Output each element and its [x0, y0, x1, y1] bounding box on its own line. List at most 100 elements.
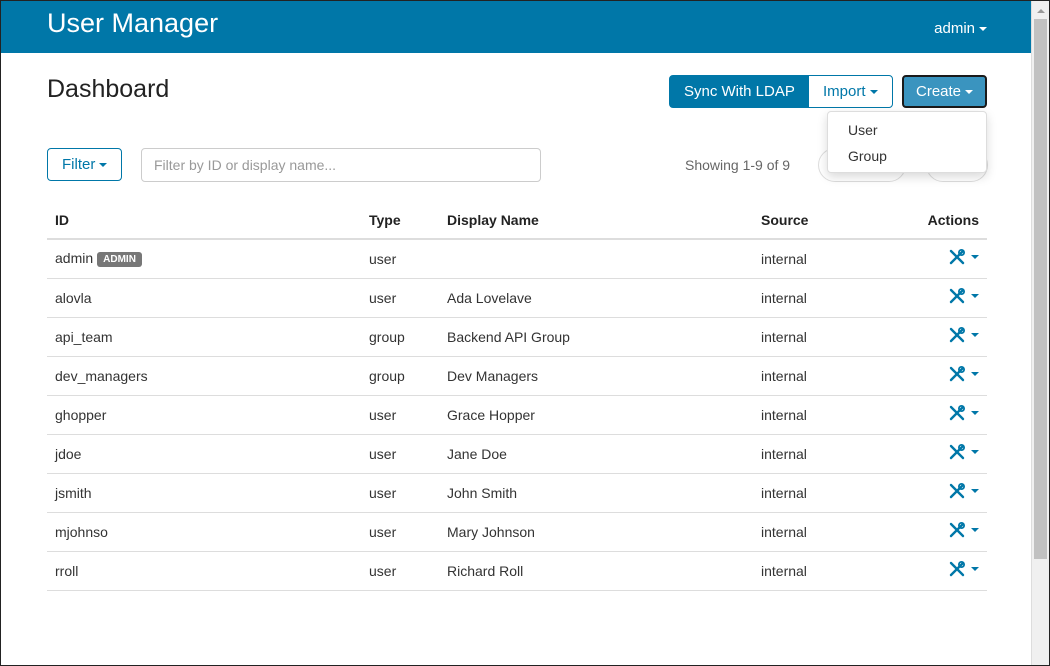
app-brand[interactable]: User Manager — [47, 8, 218, 39]
caret-down-icon — [971, 411, 979, 415]
table-row: alovla user Ada Lovelave internal — [47, 278, 987, 318]
cell-id[interactable]: ghopper — [47, 395, 361, 435]
cell-source: internal — [753, 278, 873, 318]
search-input[interactable] — [141, 148, 541, 182]
filter-button[interactable]: Filter — [47, 148, 123, 181]
row-actions-button[interactable] — [949, 561, 979, 577]
top-navbar: User Manager admin — [1, 1, 1032, 53]
scrollbar-thumb[interactable] — [1034, 19, 1047, 559]
caret-down-icon — [971, 450, 979, 454]
header-id[interactable]: ID — [47, 201, 361, 240]
cell-source: internal — [753, 512, 873, 552]
caret-down-icon — [869, 90, 878, 95]
scroll-up-icon[interactable] — [1037, 9, 1045, 13]
cell-type: group — [361, 356, 439, 396]
menu-item-group[interactable]: Group — [828, 143, 986, 169]
caret-down-icon — [971, 567, 979, 571]
row-actions-button[interactable] — [949, 483, 979, 499]
cell-source: internal — [753, 473, 873, 513]
cell-id[interactable]: api_team — [47, 317, 361, 357]
cell-id[interactable]: alovla — [47, 278, 361, 318]
cell-display-name: Richard Roll — [439, 551, 753, 591]
cell-id[interactable]: jsmith — [47, 473, 361, 513]
cell-actions — [873, 239, 987, 279]
table-row: rroll user Richard Roll internal — [47, 551, 987, 591]
sync-ldap-button[interactable]: Sync With LDAP — [669, 75, 810, 108]
cell-display-name: Grace Hopper — [439, 395, 753, 435]
create-button[interactable]: Create — [902, 75, 988, 108]
cell-type: group — [361, 317, 439, 357]
header-source[interactable]: Source — [753, 201, 873, 240]
page-title: Dashboard — [47, 75, 170, 103]
caret-down-icon — [971, 372, 979, 376]
cell-actions — [873, 551, 987, 591]
row-actions-button[interactable] — [949, 444, 979, 460]
wrench-screwdriver-icon — [949, 561, 965, 577]
row-id: alovla — [55, 289, 92, 306]
row-actions-button[interactable] — [949, 405, 979, 421]
cell-type: user — [361, 512, 439, 552]
filter-label: Filter — [62, 156, 96, 173]
vertical-scrollbar[interactable] — [1031, 1, 1049, 665]
wrench-screwdriver-icon — [949, 288, 965, 304]
cell-id[interactable]: dev_managers — [47, 356, 361, 396]
cell-id[interactable]: jdoe — [47, 434, 361, 474]
cell-display-name: Jane Doe — [439, 434, 753, 474]
table-header-row: ID Type Display Name Source Actions — [47, 201, 987, 240]
cell-actions — [873, 356, 987, 396]
users-table: ID Type Display Name Source Actions admi… — [47, 201, 987, 591]
table-row: jdoe user Jane Doe internal — [47, 434, 987, 474]
table-row: jsmith user John Smith internal — [47, 473, 987, 513]
user-menu[interactable]: admin — [934, 20, 987, 37]
row-actions-button[interactable] — [949, 249, 979, 265]
caret-down-icon — [971, 489, 979, 493]
cell-display-name — [439, 239, 753, 279]
row-id: api_team — [55, 328, 113, 345]
cell-type: user — [361, 239, 439, 279]
cell-source: internal — [753, 317, 873, 357]
row-id: jdoe — [55, 445, 82, 462]
row-actions-button[interactable] — [949, 288, 979, 304]
row-actions-button[interactable] — [949, 366, 979, 382]
row-actions-button[interactable] — [949, 327, 979, 343]
menu-item-user[interactable]: User — [828, 117, 986, 143]
caret-down-icon — [99, 163, 108, 168]
cell-type: user — [361, 551, 439, 591]
wrench-screwdriver-icon — [949, 444, 965, 460]
create-label: Create — [916, 83, 962, 100]
import-label: Import — [823, 83, 866, 100]
cell-type: user — [361, 278, 439, 318]
header-type[interactable]: Type — [361, 201, 439, 240]
cell-actions — [873, 395, 987, 435]
table-row: api_team group Backend API Group internal — [47, 317, 987, 357]
header-display-name[interactable]: Display Name — [439, 201, 753, 240]
row-actions-button[interactable] — [949, 522, 979, 538]
cell-source: internal — [753, 239, 873, 279]
cell-type: user — [361, 434, 439, 474]
create-dropdown-menu: User Group — [827, 111, 987, 173]
row-id: dev_managers — [55, 367, 148, 384]
cell-actions — [873, 278, 987, 318]
table-row: admin ADMIN user internal — [47, 239, 987, 279]
cell-id[interactable]: rroll — [47, 551, 361, 591]
cell-display-name: John Smith — [439, 473, 753, 513]
row-id: mjohnso — [55, 523, 108, 540]
cell-display-name: Mary Johnson — [439, 512, 753, 552]
cell-display-name: Ada Lovelave — [439, 278, 753, 318]
caret-down-icon — [971, 294, 979, 298]
admin-badge: ADMIN — [97, 252, 142, 268]
caret-down-icon — [971, 333, 979, 337]
cell-id[interactable]: mjohnso — [47, 512, 361, 552]
cell-source: internal — [753, 434, 873, 474]
import-button[interactable]: Import — [808, 75, 893, 108]
caret-down-icon — [965, 90, 974, 95]
caret-down-icon — [971, 255, 979, 260]
cell-type: user — [361, 473, 439, 513]
row-id: jsmith — [55, 484, 92, 501]
cell-actions — [873, 473, 987, 513]
wrench-screwdriver-icon — [949, 483, 965, 499]
cell-id[interactable]: admin ADMIN — [47, 239, 361, 279]
cell-display-name: Dev Managers — [439, 356, 753, 396]
cell-type: user — [361, 395, 439, 435]
row-id: admin — [55, 250, 94, 267]
